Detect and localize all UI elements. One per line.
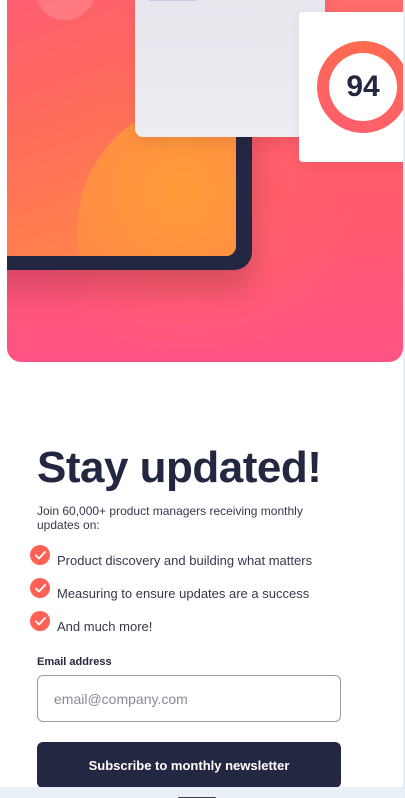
score-ring-icon: 94 xyxy=(317,41,403,133)
list-item: Product discovery and building what matt… xyxy=(30,545,312,578)
chart-card xyxy=(135,0,325,137)
tablet-notch xyxy=(35,0,95,20)
feature-text: Measuring to ensure updates are a succes… xyxy=(57,586,310,601)
feature-text: And much more! xyxy=(57,619,153,634)
feature-list: Product discovery and building what matt… xyxy=(30,545,312,644)
email-label: Email address xyxy=(37,656,112,668)
check-icon xyxy=(30,578,50,598)
page-title: Stay updated! xyxy=(37,443,322,492)
check-icon xyxy=(30,611,50,631)
email-field[interactable] xyxy=(37,675,341,722)
feature-text: Product discovery and building what matt… xyxy=(57,553,313,568)
lead-text: Join 60,000+ product managers receiving … xyxy=(37,504,303,532)
subscribe-button[interactable]: Subscribe to monthly newsletter xyxy=(37,742,341,788)
chart-card-bar xyxy=(149,0,197,1)
newsletter-signup-page: 94 Stay updated! Join 60,000+ product ma… xyxy=(0,0,405,798)
score-value: 94 xyxy=(329,53,397,121)
hero-illustration: 94 xyxy=(7,0,403,362)
list-item: Measuring to ensure updates are a succes… xyxy=(30,578,312,611)
list-item: And much more! xyxy=(30,611,312,644)
check-icon xyxy=(30,545,50,565)
score-card: 94 xyxy=(299,12,403,162)
